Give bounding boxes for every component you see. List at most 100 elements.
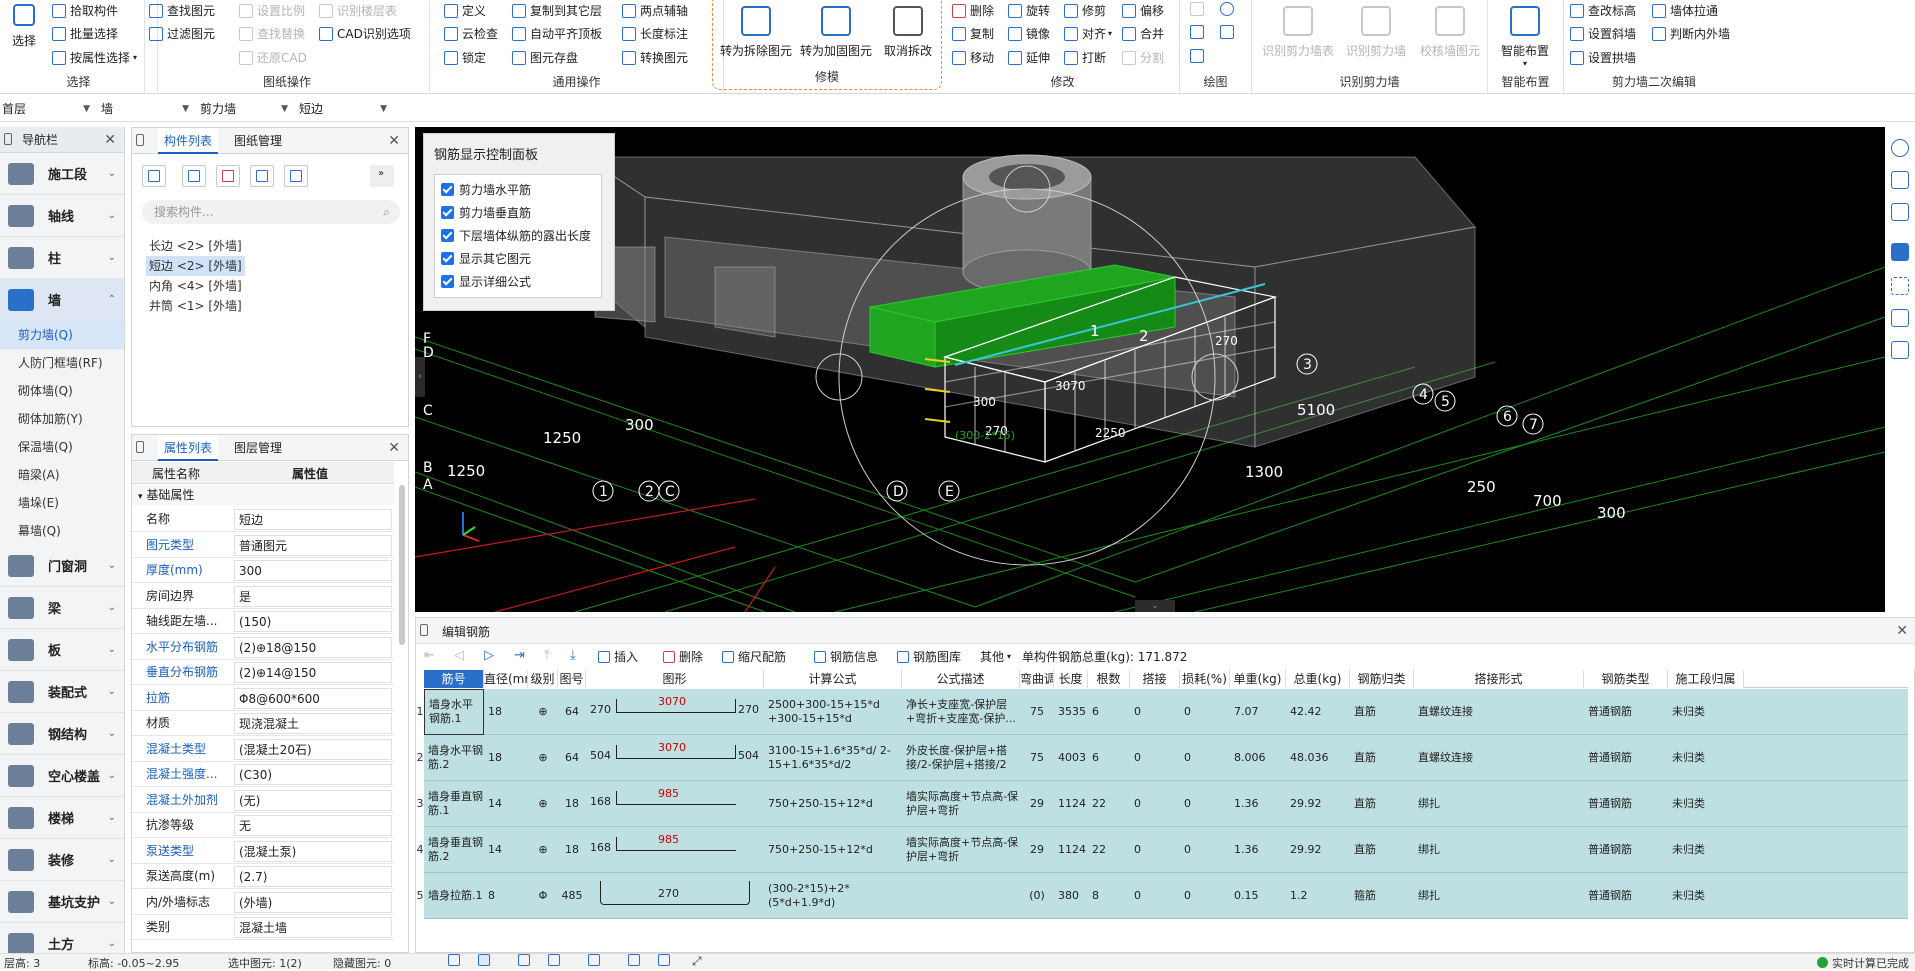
pin-icon[interactable]	[420, 624, 428, 636]
convert-element-button[interactable]: 转换图元	[622, 49, 688, 66]
cell-grade[interactable]: ⊕	[528, 781, 558, 827]
table-row[interactable]: 3 墙身垂直钢筋.1 14 ⊕ 18 168 985 750+250-15+12*d 墙实际高度…	[417, 781, 1908, 827]
side-collapse-handle[interactable]: ‹	[415, 357, 425, 397]
column-header[interactable]: 根数	[1088, 670, 1130, 688]
table-row[interactable]: 4 墙身垂直钢筋.2 14 ⊕ 18 168 985 750+250-15+12*d 墙实际高度…	[417, 827, 1908, 873]
property-value-field[interactable]: (150)	[234, 611, 392, 632]
cell-seg[interactable]: 未归类	[1668, 735, 1744, 781]
more-button[interactable]: »	[370, 165, 394, 187]
component-item[interactable]: 内角 <4> [外墙]	[146, 276, 245, 296]
cell-type[interactable]: 普通钢筋	[1584, 873, 1668, 919]
find-replace-button[interactable]: 查找替换	[239, 25, 305, 42]
nav-cat-decoration[interactable]: 装修 ⌄	[0, 839, 124, 881]
draw-circle-button[interactable]	[1220, 2, 1238, 16]
checkbox-vertical-rebar[interactable]: 剪力墙垂直筋	[441, 204, 531, 221]
cell-lapf[interactable]: 绑扎	[1414, 873, 1584, 919]
tab-drawing-manage[interactable]: 图纸管理	[228, 128, 288, 154]
cell-cnt[interactable]: 22	[1088, 781, 1130, 827]
column-header[interactable]: 钢筋归类	[1350, 670, 1414, 688]
break-button[interactable]: 打断	[1064, 49, 1106, 66]
close-icon[interactable]: ✕	[388, 128, 400, 154]
cell-formula[interactable]: 750+250-15+12*d	[764, 827, 902, 873]
lock-button[interactable]: 锁定	[444, 49, 486, 66]
column-header[interactable]: 计算公式	[764, 670, 902, 688]
snap-ortho-button[interactable]	[448, 954, 464, 966]
cell-cat[interactable]: 直筋	[1350, 781, 1414, 827]
cell-formula[interactable]: (300-2*15)+2*(5*d+1.9*d)	[764, 873, 902, 919]
cell-tw[interactable]: 29.92	[1286, 781, 1350, 827]
delete-button[interactable]: 删除	[952, 2, 994, 19]
nav-cat-hollow-slab[interactable]: 空心楼盖 ⌄	[0, 755, 124, 797]
expand-button[interactable]: ⤢	[692, 954, 702, 969]
nav-cat-steel[interactable]: 钢结构 ⌄	[0, 713, 124, 755]
move-up-button[interactable]: ⤒	[544, 648, 550, 663]
nav-cat-pit-support[interactable]: 基坑支护 ⌄	[0, 881, 124, 923]
nav-cat-stage[interactable]: 施工段 ⌄	[0, 153, 124, 195]
rebar-info-button[interactable]: 钢筋信息	[814, 648, 878, 665]
cell-len[interactable]: 380	[1054, 873, 1088, 919]
new-component-button[interactable]	[142, 165, 166, 187]
cell-len[interactable]: 1124	[1054, 827, 1088, 873]
column-header[interactable]: 搭接	[1130, 670, 1180, 688]
nav-cat-slab[interactable]: 板 ⌄	[0, 629, 124, 671]
draw-line-button[interactable]	[1190, 25, 1208, 39]
component-item[interactable]: 长边 <2> [外墙]	[146, 236, 245, 256]
property-value-field[interactable]: 混凝土墙	[234, 917, 392, 938]
cell-type[interactable]: 普通钢筋	[1584, 735, 1668, 781]
rebar-shape-cell[interactable]: 168 985	[586, 781, 764, 827]
snap-arc-button[interactable]	[658, 954, 674, 966]
tab-layer-manage[interactable]: 图层管理	[228, 435, 288, 461]
cell-loss[interactable]: 0	[1180, 689, 1230, 735]
set-slant-wall-button[interactable]: 设置斜墙	[1570, 25, 1636, 42]
cell-cnt[interactable]: 6	[1088, 689, 1130, 735]
convert-demolish-button[interactable]: 转为拆除图元	[719, 0, 793, 59]
cell-loss[interactable]: 0	[1180, 873, 1230, 919]
cell-lapf[interactable]: 绑扎	[1414, 781, 1584, 827]
cell-name[interactable]: 墙身拉筋.1	[424, 873, 484, 919]
property-value-field[interactable]: 现浇混凝土	[234, 713, 392, 734]
cell-tw[interactable]: 29.92	[1286, 827, 1350, 873]
cell-bend[interactable]: 75	[1020, 735, 1054, 781]
property-value-field[interactable]: (2)⊕18@150	[234, 636, 392, 658]
table-row[interactable]: 1 墙身水平钢筋.1 18 ⊕ 64 270 3070 270 2500+300-15+15*d…	[417, 689, 1908, 735]
cell-type[interactable]: 普通钢筋	[1584, 781, 1668, 827]
property-value-field[interactable]: (2.7)	[234, 866, 392, 887]
cell-uw[interactable]: 1.36	[1230, 781, 1286, 827]
select-button[interactable]: 选择	[6, 0, 42, 49]
mirror-button[interactable]: 镜像	[1008, 25, 1050, 42]
cell-lapf[interactable]: 直螺纹连接	[1414, 735, 1584, 781]
cell-formula[interactable]: 3100-15+1.6*35*d/ 2-15+1.6*35*d/2	[764, 735, 902, 781]
table-row[interactable]: 5 墙身拉筋.1 8 Φ 485 270 (300-2*15)+2*(5*d+1.9*d)(…	[417, 873, 1908, 919]
property-section[interactable]: ▾ 基础属性	[132, 485, 394, 505]
rotate-button[interactable]: 旋转	[1008, 2, 1050, 19]
column-header[interactable]: 图形	[586, 670, 764, 688]
pick-component-button[interactable]: 拾取构件	[52, 2, 118, 19]
column-header[interactable]: 单重(kg)	[1230, 670, 1286, 688]
nav-item-hidden-beam[interactable]: 暗梁(A)	[0, 461, 124, 489]
cell-uw[interactable]: 7.07	[1230, 689, 1286, 735]
column-header[interactable]: 弯曲调整	[1020, 670, 1054, 688]
component-item[interactable]: 井筒 <1> [外墙]	[146, 296, 245, 316]
cell-tw[interactable]: 42.42	[1286, 689, 1350, 735]
insert-button[interactable]: 插入	[598, 648, 638, 665]
nav-cat-earthwork[interactable]: 土方 ⌄	[0, 923, 124, 953]
cell-lapf[interactable]: 直螺纹连接	[1414, 689, 1584, 735]
column-header[interactable]: 施工段归属	[1668, 670, 1744, 688]
component-item-selected[interactable]: 短边 <2> [外墙]	[146, 256, 245, 276]
cell-cnt[interactable]: 8	[1088, 873, 1130, 919]
subtype-dropdown[interactable]: 剪力墙 ▼	[198, 99, 292, 119]
cell-fig[interactable]: 64	[558, 735, 586, 781]
find-element-button[interactable]: 查找图元	[149, 2, 215, 19]
snap-rect-button[interactable]	[478, 954, 494, 966]
property-scrollbar[interactable]	[399, 485, 405, 645]
cell-loss[interactable]: 0	[1180, 827, 1230, 873]
cell-uw[interactable]: 0.15	[1230, 873, 1286, 919]
offset-button[interactable]: 偏移	[1122, 2, 1164, 19]
property-value-field[interactable]: (混凝土泵)	[234, 840, 392, 862]
cell-lapf[interactable]: 绑扎	[1414, 827, 1584, 873]
checkbox-show-other[interactable]: 显示其它图元	[441, 250, 531, 267]
display-settings-icon[interactable]	[1891, 341, 1909, 359]
pin-icon[interactable]	[136, 441, 144, 453]
copy-component-button[interactable]	[182, 165, 206, 187]
nav-item-masonry-rebar[interactable]: 砌体加筋(Y)	[0, 405, 124, 433]
